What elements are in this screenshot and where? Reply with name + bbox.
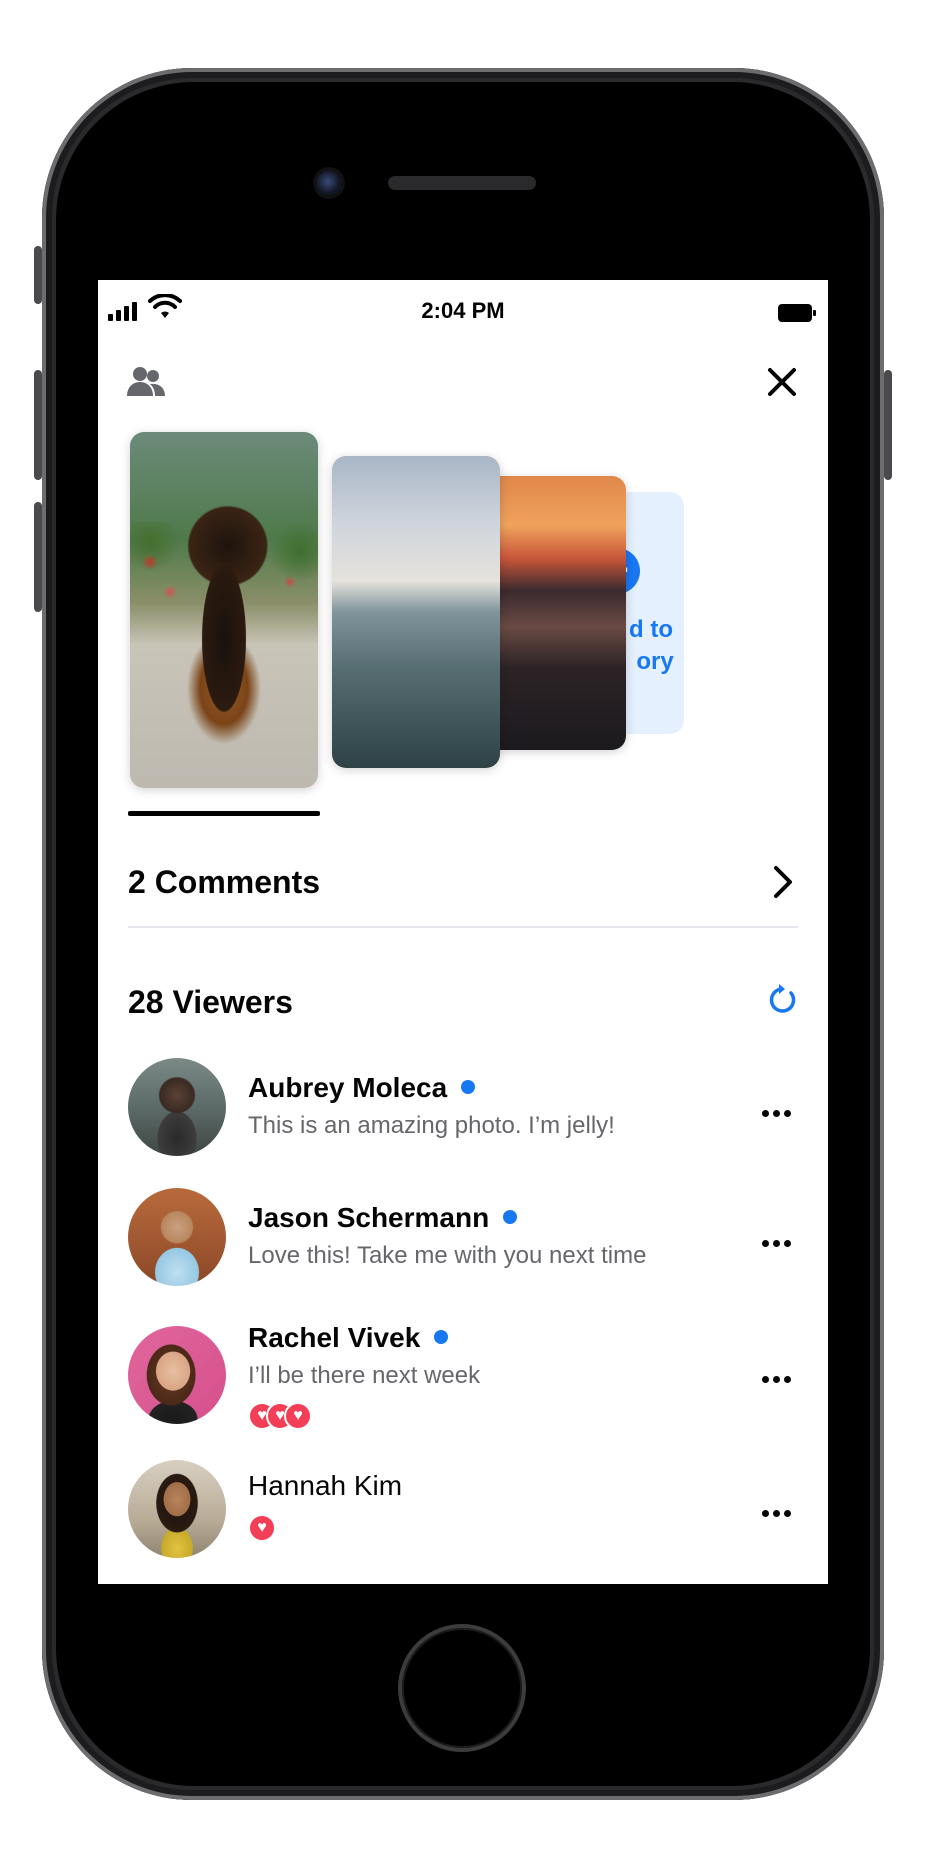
more-options-icon[interactable] [762,1504,798,1517]
viewer-row[interactable]: Aubrey Moleca This is an amazing photo. … [98,1050,828,1170]
viewer-name-text: Aubrey Moleca [248,1072,448,1103]
viewer-comment: This is an amazing photo. I’m jelly! [248,1112,615,1139]
viewer-name: Aubrey Moleca [248,1072,476,1104]
refresh-icon[interactable] [764,982,800,1018]
viewer-row[interactable]: Hannah Kim ♥ [98,1448,828,1568]
more-options-icon[interactable] [762,1370,798,1383]
heart-icon: ♥ [284,1402,312,1430]
friends-icon[interactable] [126,362,166,402]
divider [128,926,798,928]
story-thumbnail-puppy[interactable] [130,432,318,788]
app-screen: 2:04 PM + d to ory 2 Comments [98,280,828,1584]
photo-background [130,522,318,632]
status-bar: 2:04 PM [98,280,828,340]
story-thumbnail-sea[interactable] [332,456,500,768]
home-button[interactable] [398,1624,526,1752]
selected-story-indicator [128,811,320,816]
avatar[interactable] [128,1326,226,1424]
heart-icon: ♥ [248,1514,276,1542]
earpiece-speaker [388,176,536,190]
viewer-name-text: Rachel Vivek [248,1322,421,1353]
avatar[interactable] [128,1188,226,1286]
viewers-header: 28 Viewers [98,950,828,1040]
header [98,340,828,420]
viewer-comment: I’ll be there next week [248,1362,481,1389]
battery-icon [778,304,816,322]
viewer-name: Rachel Vivek [248,1322,449,1354]
status-time: 2:04 PM [421,298,505,323]
heart-reactions: ♥ ♥ ♥ [248,1402,318,1430]
comments-title: 2 Comments [128,864,321,900]
heart-reactions: ♥ [248,1514,278,1542]
viewer-row[interactable]: Rachel Vivek I’ll be there next week ♥ ♥… [98,1310,828,1430]
comments-row[interactable]: 2 Comments [98,836,828,926]
online-indicator [503,1209,518,1224]
viewer-name: Hannah Kim [248,1470,402,1502]
viewer-comment: Love this! Take me with you next time [248,1242,647,1269]
avatar[interactable] [128,1058,226,1156]
chevron-right-icon [774,866,792,898]
viewer-row[interactable]: Jason Schermann Love this! Take me with … [98,1180,828,1300]
story-thumbnail-sunset[interactable] [482,476,626,750]
viewer-name: Jason Schermann [248,1202,518,1234]
mute-switch [34,246,42,304]
close-icon[interactable] [762,362,802,402]
front-camera [316,170,342,196]
online-indicator [434,1329,449,1344]
viewers-title: 28 Viewers [128,984,293,1020]
online-indicator [461,1079,476,1094]
viewer-name-text: Hannah Kim [248,1470,403,1501]
volume-up-button [34,370,42,480]
avatar[interactable] [128,1460,226,1558]
more-options-icon[interactable] [762,1234,798,1247]
more-options-icon[interactable] [762,1104,798,1117]
power-button [884,370,892,480]
volume-down-button [34,502,42,612]
viewer-name-text: Jason Schermann [248,1202,490,1233]
